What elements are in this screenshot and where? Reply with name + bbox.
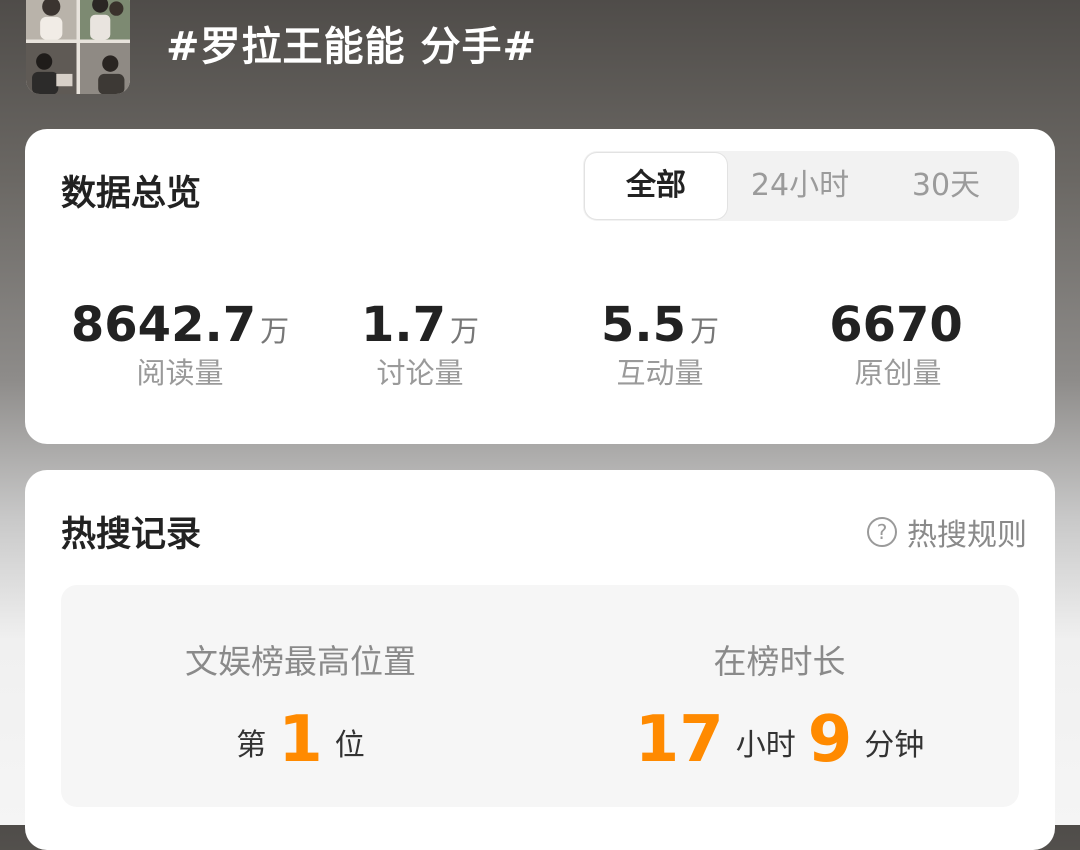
stat-reads-label: 阅读量	[136, 356, 224, 390]
hot-search-card: 热搜记录 ? 热搜规则 文娱榜最高位置 第1位 在榜时长 17 小时 9 分钟	[25, 470, 1055, 850]
stat-interactions-label: 互动量	[616, 356, 704, 390]
topic-title: #罗拉王能能 分手#	[166, 24, 537, 70]
hot-search-title: 热搜记录	[61, 515, 202, 555]
cover-photo-3	[26, 42, 77, 94]
stat-interactions-value: 5.5	[600, 297, 686, 353]
stat-interactions: 5.5 万 互动量	[565, 295, 755, 391]
topic-header: #罗拉王能能 分手#	[0, 0, 1080, 120]
hot-search-stats-panel: 文娱榜最高位置 第1位 在榜时长 17 小时 9 分钟	[61, 585, 1019, 807]
stat-reads-value: 8642.7	[70, 297, 257, 353]
stat-originals-label: 原创量	[854, 356, 942, 390]
stat-interactions-unit: 万	[690, 314, 720, 348]
hot-search-rules-label: 热搜规则	[907, 518, 1027, 553]
rank-suffix: 位	[334, 728, 365, 763]
time-on-list-value-row: 17 小时 9 分钟	[540, 703, 1019, 777]
cover-photo-1	[26, 0, 77, 40]
tab-all[interactable]: 全部	[585, 153, 727, 219]
question-circle-icon: ?	[867, 517, 897, 547]
stat-discussions-value: 1.7	[360, 297, 446, 353]
time-on-list-block: 在榜时长 17 小时 9 分钟	[540, 585, 1019, 807]
hot-search-rules-link[interactable]: ? 热搜规则	[867, 510, 1027, 554]
time-on-list-label: 在榜时长	[713, 642, 846, 681]
time-range-segmented-control: 全部 24小时 30天	[583, 151, 1019, 221]
stat-originals-value: 6670	[829, 297, 963, 353]
highest-rank-label: 文娱榜最高位置	[185, 642, 416, 681]
rank-prefix: 第	[236, 728, 267, 763]
data-overview-card: 数据总览 全部 24小时 30天 8642.7 万 阅读量 1.7 万 讨论量 5.…	[25, 129, 1055, 444]
duration-hours: 17	[634, 703, 724, 777]
topic-cover-image[interactable]	[26, 0, 130, 94]
tab-24h[interactable]: 24小时	[733, 151, 867, 221]
stat-originals: 6670 原创量	[803, 295, 993, 391]
duration-minutes: 9	[807, 703, 853, 777]
tab-30d[interactable]: 30天	[873, 151, 1019, 221]
duration-hours-unit: 小时	[735, 728, 796, 763]
stat-discussions-unit: 万	[450, 314, 480, 348]
stat-discussions-label: 讨论量	[376, 356, 464, 390]
stat-reads-unit: 万	[260, 314, 290, 348]
stat-reads: 8642.7 万 阅读量	[65, 295, 295, 391]
highest-rank-value-row: 第1位	[61, 703, 540, 777]
rank-number: 1	[278, 703, 323, 777]
cover-photo-4	[79, 42, 130, 94]
duration-minutes-unit: 分钟	[864, 728, 925, 763]
highest-rank-block: 文娱榜最高位置 第1位	[61, 585, 540, 807]
overview-title: 数据总览	[61, 174, 202, 214]
cover-photo-2	[79, 0, 130, 40]
stat-discussions: 1.7 万 讨论量	[325, 295, 515, 391]
